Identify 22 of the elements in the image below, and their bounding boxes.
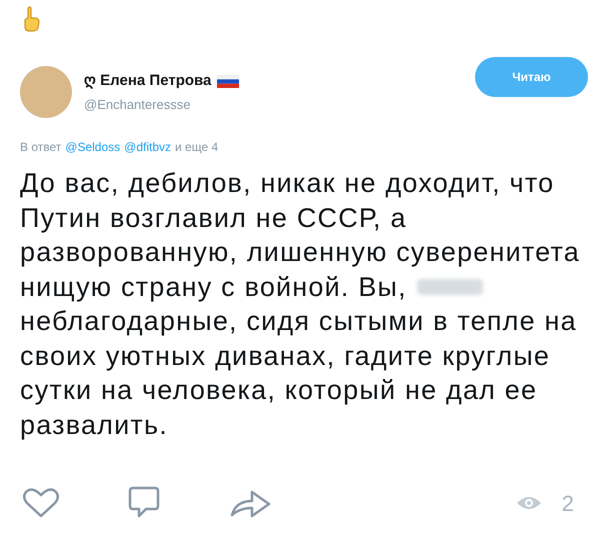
view-count: 2 [562, 490, 574, 518]
author-handle: @Enchanteressse [84, 96, 192, 114]
flag-icon [217, 74, 240, 88]
mention-link[interactable]: @Seldoss [65, 138, 120, 156]
follow-button[interactable]: Читаю [475, 57, 588, 97]
tweet-text-line: своих уютных диванах, гадите круглые [20, 340, 550, 373]
reply-suffix: и еще 4 [175, 139, 218, 156]
tweet-text-line: развалить. [20, 408, 168, 442]
tweet-text-line: неблагодарные, сидя сытыми в тепле на [20, 305, 577, 338]
tweet-text-line: нищую страну с войной. Вы, [20, 270, 407, 304]
tweet-text-line: Путин возглавил не СССР, а [20, 202, 407, 235]
tweet-text-line: сутки на человека, который не дал ее [20, 374, 538, 407]
avatar [20, 66, 72, 118]
heart-icon[interactable] [22, 487, 60, 519]
comment-icon[interactable] [128, 486, 160, 520]
reply-prefix: В ответ [20, 139, 62, 156]
author-name: ღ Елена Петрова [84, 71, 212, 91]
tweet-text-line: До вас, дебилов, никак не доходит, что [20, 167, 554, 200]
eye-icon [516, 495, 542, 511]
tweet-text-line: разворованную, лишенную суверенитета [20, 236, 580, 269]
mention-link[interactable]: @dfitbvz [124, 138, 172, 156]
pointing-up-hand-icon [22, 6, 40, 32]
